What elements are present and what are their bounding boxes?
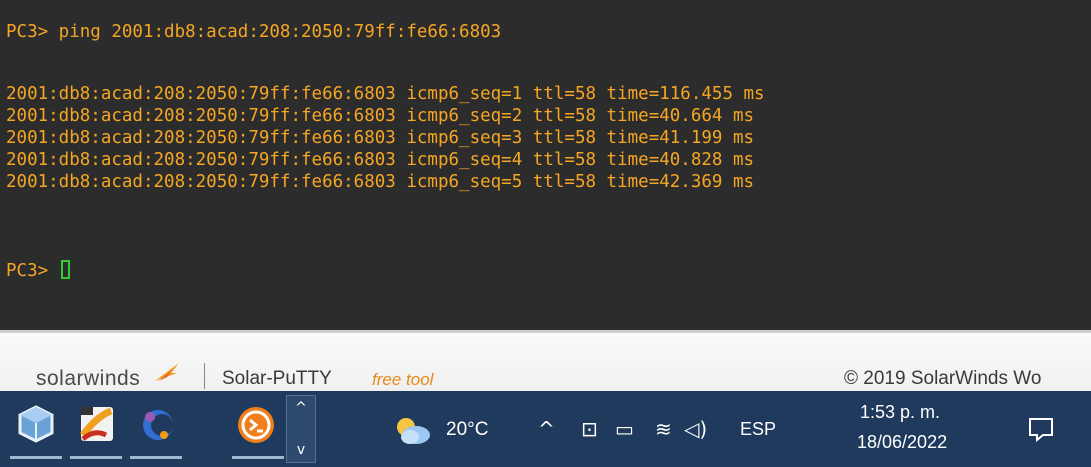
prompt-text: PC3> [6,261,49,281]
language-indicator[interactable]: ESP [740,419,776,440]
show-hidden-icons-icon[interactable]: ^ [538,417,555,441]
taskbar-app-virtualbox[interactable] [6,395,66,461]
eclipse-icon [143,410,173,440]
running-indicator [130,456,182,459]
branding-separator [204,363,205,389]
scroll-down-icon[interactable]: v [287,442,315,458]
taskbar-app-gns3[interactable] [66,395,126,461]
prompt-line[interactable]: PC3> [6,260,70,282]
free-tool-label: free tool [372,370,434,389]
weather-temperature[interactable]: 20°C [446,419,488,441]
running-indicator [70,456,122,459]
solarwinds-logo: solarwinds [36,367,141,390]
copyright-text: © 2019 SolarWinds Wo [844,368,1042,389]
text-cursor [60,260,70,279]
solarwinds-flame-icon [155,363,179,381]
weather-cloud-icon[interactable] [392,413,434,447]
battery-icon[interactable]: ▭ [615,417,634,441]
clock-date[interactable]: 18/06/2022 [857,432,947,453]
ping-reply-3: 2001:db8:acad:208:2050:79ff:fe66:6803 ic… [6,128,755,148]
ping-reply-1: 2001:db8:acad:208:2050:79ff:fe66:6803 ic… [6,84,765,104]
volume-icon[interactable]: ◁) [684,417,707,441]
wifi-icon[interactable]: ≋ [655,417,672,441]
clock-time[interactable]: 1:53 p. m. [860,402,940,423]
branding-bar: solarwinds Solar-PuTTY free tool © 2019 … [0,333,1091,391]
running-indicator [10,456,62,459]
taskbar-scroll[interactable]: ^ v [286,395,316,463]
taskbar-app-eclipse[interactable] [126,395,186,461]
meet-now-icon[interactable]: ⊡ [581,417,598,441]
scroll-up-icon[interactable]: ^ [287,400,315,416]
product-name: Solar-PuTTY [222,368,332,389]
ping-reply-5: 2001:db8:acad:208:2050:79ff:fe66:6803 ic… [6,172,755,192]
running-indicator [232,456,284,459]
gns3-icon [80,407,113,441]
notifications-icon[interactable] [1027,415,1055,443]
ping-reply-2: 2001:db8:acad:208:2050:79ff:fe66:6803 ic… [6,106,755,126]
ping-reply-4: 2001:db8:acad:208:2050:79ff:fe66:6803 ic… [6,150,755,170]
terminal-window[interactable]: PC3> ping 2001:db8:acad:208:2050:79ff:fe… [0,0,1091,330]
taskbar-app-solar-putty[interactable] [228,395,288,461]
command-line: PC3> ping 2001:db8:acad:208:2050:79ff:fe… [6,22,502,42]
solar-putty-icon [238,407,274,443]
windows-taskbar: ^ v 20°C ^ ⊡ ▭ ≋ ◁) ESP 1:53 p. m. 18/06… [0,391,1091,467]
virtualbox-icon [18,405,54,443]
